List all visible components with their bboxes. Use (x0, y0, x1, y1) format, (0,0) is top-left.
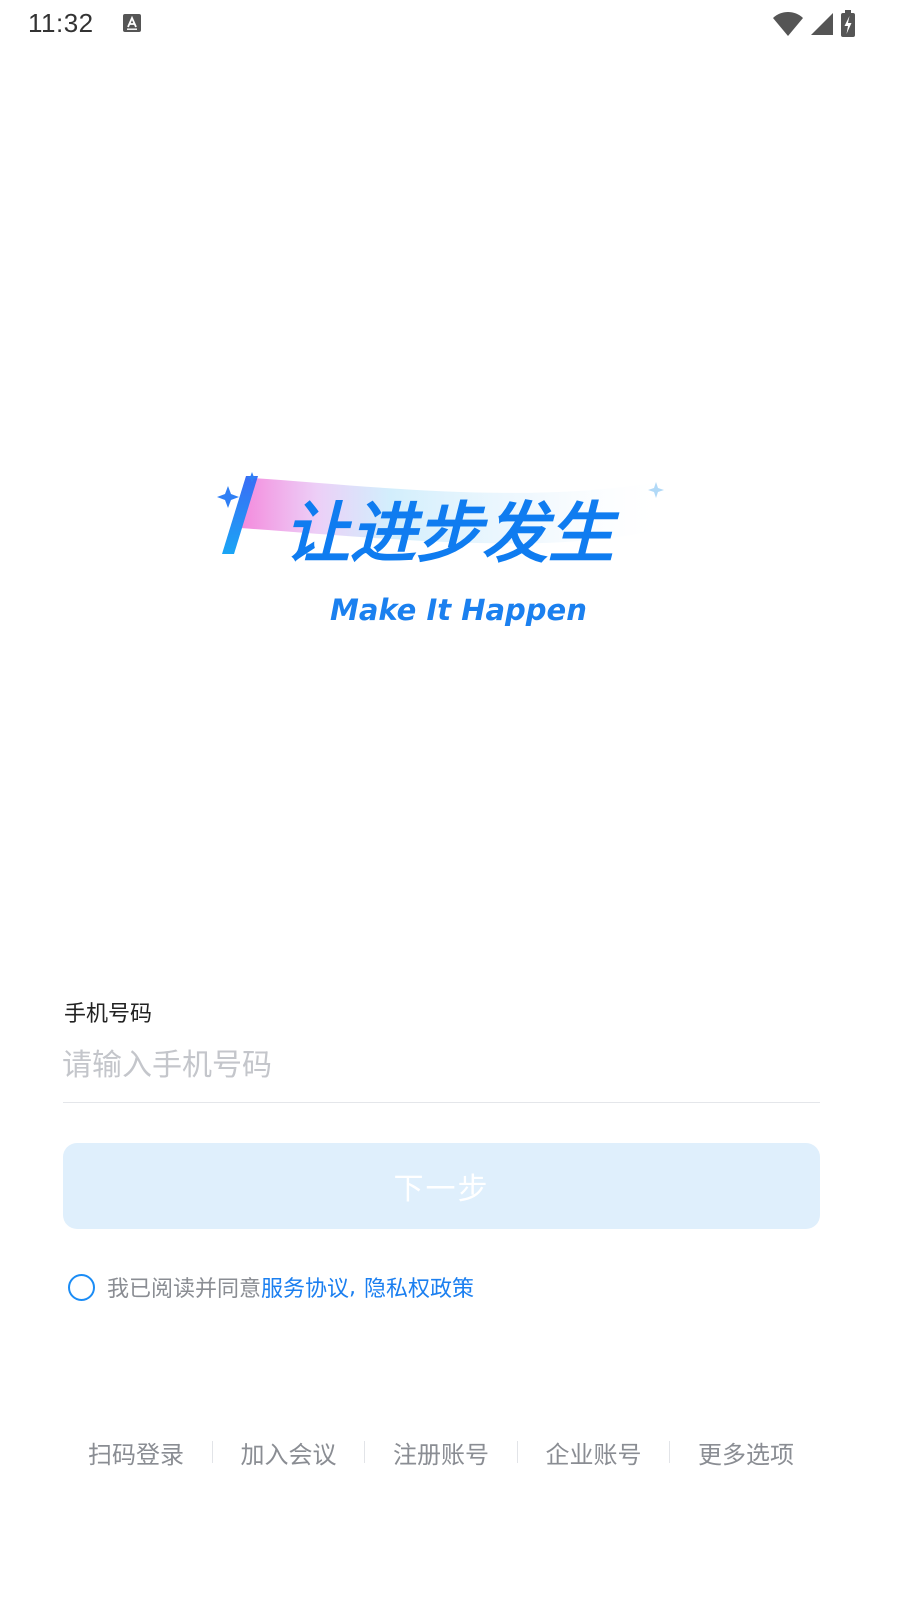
more-options-option[interactable]: 更多选项 (698, 1435, 794, 1470)
phone-underline (63, 1102, 820, 1103)
agreement-row: 我已阅读并同意 服务协议 , 隐私权政策 (66, 1270, 474, 1304)
agreement-checkbox[interactable] (68, 1273, 95, 1301)
phone-label: 手机号码 (64, 1002, 153, 1027)
agreement-prefix: 我已阅读并同意 (107, 1277, 262, 1302)
divider (516, 1441, 518, 1463)
login-screen: 11:32 让进步发生 Make It Happen 手机号码 请输入手机号码 … (0, 0, 900, 1600)
register-account-option[interactable]: 注册账号 (393, 1435, 489, 1470)
enterprise-account-option[interactable]: 企业账号 (546, 1435, 642, 1470)
divider (669, 1441, 671, 1463)
status-icons (772, 9, 856, 39)
status-bar: 11:32 (0, 0, 900, 50)
divider (364, 1441, 366, 1463)
next-button[interactable]: 下一步 (63, 1143, 820, 1229)
a-notification-icon (123, 14, 141, 32)
service-agreement-link[interactable]: 服务协议 (261, 1271, 349, 1303)
status-time: 11:32 (28, 8, 94, 38)
brand-logo: 让进步发生 Make It Happen (217, 472, 670, 627)
signal-icon (811, 13, 833, 35)
logo-tagline: Make It Happen (330, 593, 587, 627)
join-meeting-option[interactable]: 加入会议 (241, 1435, 337, 1470)
sparkle-icon (217, 486, 239, 508)
phone-input[interactable] (62, 1040, 820, 1090)
wifi-icon (773, 12, 803, 36)
bottom-options: 扫码登录 加入会议 注册账号 企业账号 更多选项 (62, 1430, 820, 1474)
qr-login-option[interactable]: 扫码登录 (88, 1435, 184, 1470)
divider (211, 1441, 213, 1463)
privacy-policy-link[interactable]: 隐私权政策 (364, 1271, 474, 1303)
logo-slogan: 让进步发生 (284, 495, 620, 572)
agreement-separator: , (349, 1274, 357, 1300)
battery-charging-icon (841, 10, 855, 37)
